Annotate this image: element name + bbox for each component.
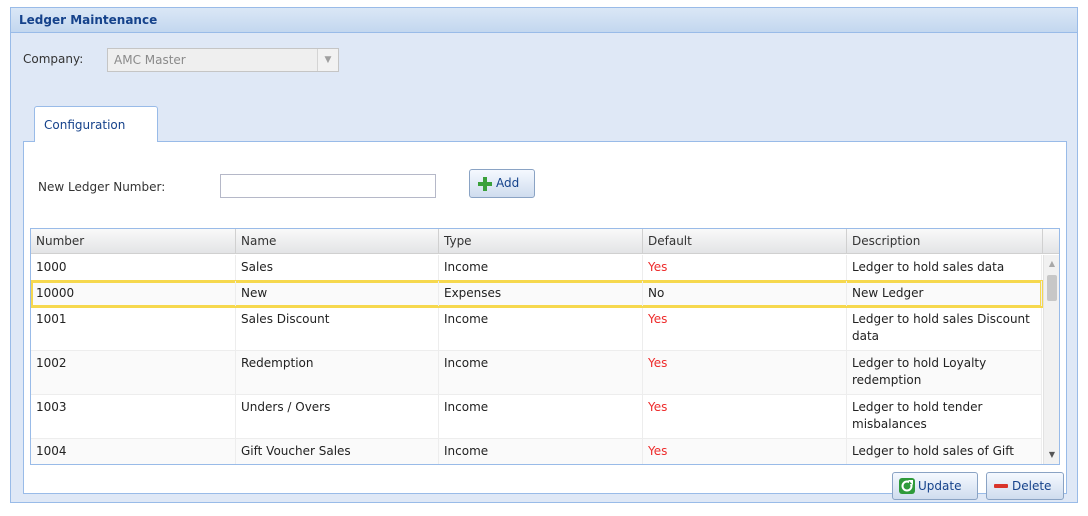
table-row[interactable]: 1003 Unders / Overs Income Yes Ledger to… — [31, 395, 1042, 439]
cell-number: 1001 — [31, 307, 236, 350]
grid-rows: 1000 Sales Income Yes Ledger to hold sal… — [31, 255, 1043, 464]
table-row[interactable]: 1001 Sales Discount Income Yes Ledger to… — [31, 307, 1042, 351]
table-row[interactable]: 1004 Gift Voucher Sales Income Yes Ledge… — [31, 439, 1042, 464]
delete-button-label: Delete — [1012, 479, 1052, 493]
cell-number: 10000 — [31, 281, 236, 306]
new-ledger-number-input[interactable] — [220, 174, 436, 198]
cell-number: 1003 — [31, 395, 236, 438]
table-row[interactable]: 1002 Redemption Income Yes Ledger to hol… — [31, 351, 1042, 395]
chevron-down-icon[interactable]: ▼ — [317, 49, 338, 71]
cell-description: Ledger to hold sales Discount data — [847, 307, 1042, 350]
cell-name: Redemption — [236, 351, 439, 394]
cell-name: Sales — [236, 255, 439, 280]
column-header-default[interactable]: Default — [643, 229, 847, 254]
column-header-type[interactable]: Type — [439, 229, 643, 254]
column-header-number[interactable]: Number — [31, 229, 236, 254]
cell-name: Sales Discount — [236, 307, 439, 350]
update-button[interactable]: Update — [892, 472, 978, 500]
cell-name: Unders / Overs — [236, 395, 439, 438]
table-row[interactable]: 1000 Sales Income Yes Ledger to hold sal… — [31, 255, 1042, 281]
tab-configuration-label: Configuration — [44, 118, 126, 132]
add-button-label: Add — [496, 176, 520, 190]
column-header-name[interactable]: Name — [236, 229, 439, 254]
refresh-icon — [899, 478, 915, 494]
cell-name: Gift Voucher Sales — [236, 439, 439, 464]
cell-description: New Ledger — [847, 281, 1042, 306]
tab-panel: Configuration New Ledger Number: Add Num… — [23, 106, 1067, 500]
cell-type: Expenses — [439, 281, 643, 306]
cell-default: Yes — [643, 351, 847, 394]
new-ledger-number-label: New Ledger Number: — [38, 180, 166, 194]
cell-type: Income — [439, 255, 643, 280]
delete-button[interactable]: Delete — [986, 472, 1064, 500]
company-select-value: AMC Master — [114, 53, 186, 67]
scroll-up-arrow-icon[interactable]: ▲ — [1044, 257, 1059, 271]
company-label: Company: — [23, 52, 84, 66]
cell-default: Yes — [643, 439, 847, 464]
ledger-maintenance-panel: Ledger Maintenance Company: AMC Master ▼… — [10, 7, 1078, 503]
cell-name: New — [236, 281, 439, 306]
panel-title: Ledger Maintenance — [11, 8, 1077, 33]
cell-default: Yes — [643, 395, 847, 438]
plus-icon — [478, 177, 492, 191]
cell-type: Income — [439, 351, 643, 394]
minus-icon — [994, 484, 1008, 488]
scroll-thumb[interactable] — [1047, 275, 1057, 301]
panel-body: Company: AMC Master ▼ Configuration New … — [11, 34, 1077, 502]
cell-type: Income — [439, 307, 643, 350]
add-button[interactable]: Add — [469, 169, 535, 198]
cell-number: 1000 — [31, 255, 236, 280]
cell-description: Ledger to hold sales data — [847, 255, 1042, 280]
cell-description: Ledger to hold tender misbalances — [847, 395, 1042, 438]
cell-type: Income — [439, 395, 643, 438]
table-row-selected[interactable]: 10000 New Expenses No New Ledger — [31, 280, 1043, 308]
cell-default: No — [643, 281, 847, 306]
column-header-description[interactable]: Description — [847, 229, 1043, 254]
company-select[interactable]: AMC Master ▼ — [107, 48, 339, 72]
grid-scrollbar[interactable]: ▲ ▼ — [1043, 255, 1059, 464]
update-button-label: Update — [918, 479, 962, 493]
ledger-grid: Number Name Type Default Description 100… — [30, 228, 1060, 465]
cell-default: Yes — [643, 255, 847, 280]
scroll-down-arrow-icon[interactable]: ▼ — [1044, 448, 1059, 462]
grid-header: Number Name Type Default Description — [31, 229, 1059, 254]
cell-number: 1004 — [31, 439, 236, 464]
cell-type: Income — [439, 439, 643, 464]
cell-default: Yes — [643, 307, 847, 350]
cell-description: Ledger to hold sales of Gift — [847, 439, 1042, 464]
tab-configuration[interactable]: Configuration — [34, 106, 158, 142]
cell-description: Ledger to hold Loyalty redemption — [847, 351, 1042, 394]
configuration-tab-body: New Ledger Number: Add Number Name Type … — [23, 141, 1067, 500]
cell-number: 1002 — [31, 351, 236, 394]
